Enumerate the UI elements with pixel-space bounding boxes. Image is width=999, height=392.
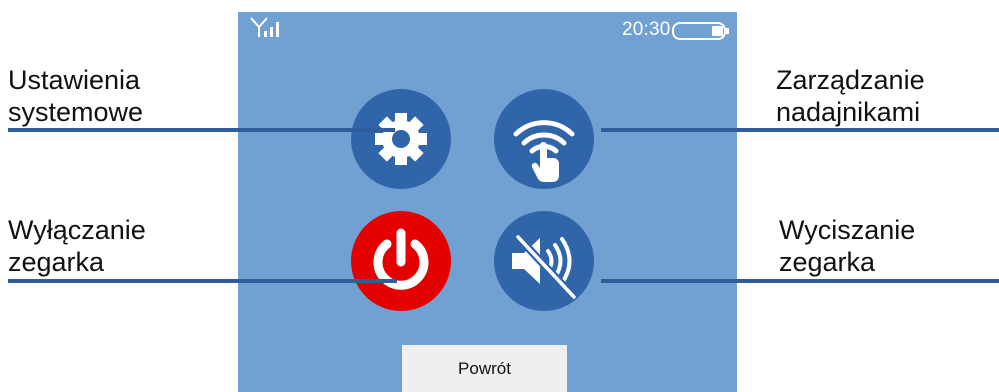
battery-icon [672,22,729,40]
callout-power-off-line1: Wyłączanie [8,215,146,245]
callout-transmitters-line2: nadajnikami [776,97,921,127]
gear-icon [375,113,427,165]
system-settings-button[interactable] [351,89,451,189]
power-icon [373,228,429,290]
callout-transmitters: Zarządzanie nadajnikami [776,64,925,128]
wifi-touch-icon [513,120,575,182]
speaker-muted-icon [512,234,577,300]
callout-transmitters-line1: Zarządzanie [776,65,925,95]
callout-settings-line2: systemowe [8,97,144,127]
leader-line-transmitters [601,128,999,132]
callout-settings: Ustawienia systemowe [8,64,143,128]
leader-line-settings [8,128,395,132]
callout-power-off-line2: zegarka [8,247,105,277]
power-off-button[interactable] [351,211,451,311]
leader-line-mute [601,279,999,283]
mute-watch-button[interactable] [494,211,594,311]
callout-mute-line1: Wyciszanie [779,215,916,245]
transmitter-management-button[interactable] [494,89,594,189]
callout-power-off: Wyłączanie zegarka [8,214,146,278]
callout-mute: Wyciszanie zegarka [779,214,915,278]
callout-settings-line1: Ustawienia [8,65,141,95]
leader-line-power-off [8,279,397,283]
signal-antenna-icon [250,17,279,37]
back-button[interactable]: Powrót [402,345,567,392]
status-time: 20:30 [622,19,671,40]
watch-screen: 20:30 Powrót [238,12,737,392]
callout-mute-line2: zegarka [779,247,876,277]
